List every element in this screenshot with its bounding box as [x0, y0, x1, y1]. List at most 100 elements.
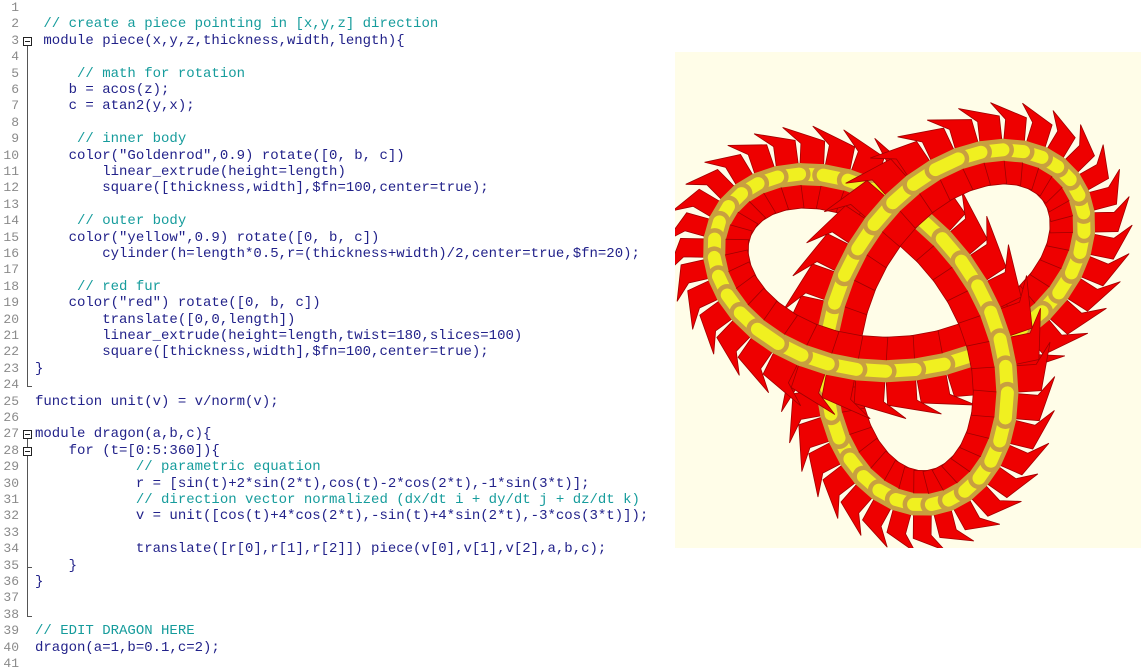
- code-text[interactable]: linear_extrude(height=length,twist=180,s…: [35, 328, 522, 344]
- yellow-outer-body: [1005, 393, 1007, 418]
- line-number: 15: [0, 230, 19, 246]
- code-text[interactable]: b = acos(z);: [35, 82, 169, 98]
- code-text[interactable]: v = unit([cos(t)+4*cos(2*t),-sin(t)+4*si…: [35, 508, 648, 524]
- line-number: 33: [0, 525, 19, 541]
- code-text[interactable]: r = [sin(t)+2*sin(2*t),cos(t)-2*cos(2*t)…: [35, 476, 590, 492]
- line-number: 39: [0, 623, 19, 639]
- code-line[interactable]: 35 }: [0, 558, 670, 574]
- code-text[interactable]: // red fur: [35, 279, 161, 295]
- code-text[interactable]: function unit(v) = v/norm(v);: [35, 394, 279, 410]
- code-line[interactable]: 38: [0, 607, 670, 623]
- code-text[interactable]: module dragon(a,b,c){: [35, 426, 211, 442]
- line-number: 17: [0, 262, 19, 278]
- line-number: 16: [0, 246, 19, 262]
- code-line[interactable]: 29 // parametric equation: [0, 459, 670, 475]
- code-line[interactable]: 4: [0, 49, 670, 65]
- code-text[interactable]: color("red") rotate([0, b, c]): [35, 295, 321, 311]
- line-number: 27: [0, 426, 19, 442]
- line-number: 21: [0, 328, 19, 344]
- code-line[interactable]: 5 // math for rotation: [0, 66, 670, 82]
- code-line[interactable]: 27 module dragon(a,b,c){: [0, 426, 670, 442]
- code-line[interactable]: 2 // create a piece pointing in [x,y,z] …: [0, 16, 670, 32]
- line-number: 11: [0, 164, 19, 180]
- code-text[interactable]: translate([0,0,length]): [35, 312, 295, 328]
- line-number: 40: [0, 640, 19, 656]
- line-number: 6: [0, 82, 19, 98]
- code-line[interactable]: 9 // inner body: [0, 131, 670, 147]
- code-line[interactable]: 6 b = acos(z);: [0, 82, 670, 98]
- code-line[interactable]: 17: [0, 262, 670, 278]
- line-number: 23: [0, 361, 19, 377]
- code-text[interactable]: c = atan2(y,x);: [35, 98, 195, 114]
- code-line[interactable]: 30 r = [sin(t)+2*sin(2*t),cos(t)-2*cos(2…: [0, 476, 670, 492]
- code-text[interactable]: }: [35, 558, 77, 574]
- code-text[interactable]: square([thickness,width],$fn=100,center=…: [35, 344, 489, 360]
- line-number: 20: [0, 312, 19, 328]
- code-text[interactable]: for (t=[0:5:360]){: [35, 443, 220, 459]
- code-line[interactable]: 28 for (t=[0:5:360]){: [0, 443, 670, 459]
- code-line[interactable]: 23}: [0, 361, 670, 377]
- render-preview[interactable]: [675, 52, 1141, 548]
- code-line[interactable]: 25function unit(v) = v/norm(v);: [0, 394, 670, 410]
- code-line[interactable]: 11 linear_extrude(height=length): [0, 164, 670, 180]
- code-line[interactable]: 7 c = atan2(y,x);: [0, 98, 670, 114]
- code-text[interactable]: linear_extrude(height=length): [35, 164, 346, 180]
- code-line[interactable]: 19 color("red") rotate([0, b, c]): [0, 295, 670, 311]
- code-line[interactable]: 37: [0, 590, 670, 606]
- fold-toggle-icon[interactable]: [23, 447, 32, 456]
- code-text[interactable]: // create a piece pointing in [x,y,z] di…: [35, 16, 438, 32]
- code-line[interactable]: 26: [0, 410, 670, 426]
- code-editor[interactable]: 12 // create a piece pointing in [x,y,z]…: [0, 0, 670, 670]
- code-line[interactable]: 33: [0, 525, 670, 541]
- fold-end: [27, 567, 32, 568]
- code-line[interactable]: 31 // direction vector normalized (dx/dt…: [0, 492, 670, 508]
- code-line[interactable]: 34 translate([r[0],r[1],r[2]]) piece(v[0…: [0, 541, 670, 557]
- code-text[interactable]: translate([r[0],r[1],r[2]]) piece(v[0],v…: [35, 541, 606, 557]
- code-line[interactable]: 24: [0, 377, 670, 393]
- code-text[interactable]: // direction vector normalized (dx/dt i …: [35, 492, 640, 508]
- code-text[interactable]: // math for rotation: [35, 66, 245, 82]
- code-line[interactable]: 15 color("yellow",0.9) rotate([0, b, c]): [0, 230, 670, 246]
- code-line[interactable]: 1: [0, 0, 670, 16]
- code-line[interactable]: 36}: [0, 574, 670, 590]
- line-number: 28: [0, 443, 19, 459]
- code-line[interactable]: 16 cylinder(h=length*0.5,r=(thickness+wi…: [0, 246, 670, 262]
- code-line[interactable]: 20 translate([0,0,length]): [0, 312, 670, 328]
- line-number: 13: [0, 197, 19, 213]
- line-number: 24: [0, 377, 19, 393]
- code-text[interactable]: module piece(x,y,z,thickness,width,lengt…: [35, 33, 405, 49]
- code-text[interactable]: cylinder(h=length*0.5,r=(thickness+width…: [35, 246, 640, 262]
- line-number: 8: [0, 115, 19, 131]
- line-number: 34: [0, 541, 19, 557]
- code-line[interactable]: 10 color("Goldenrod",0.9) rotate([0, b, …: [0, 148, 670, 164]
- code-line[interactable]: 12 square([thickness,width],$fn=100,cent…: [0, 180, 670, 196]
- code-line[interactable]: 40 dragon(a=1,b=0.1,c=2);: [0, 640, 670, 656]
- code-text[interactable]: color("Goldenrod",0.9) rotate([0, b, c]): [35, 148, 405, 164]
- code-text[interactable]: }: [35, 361, 43, 377]
- code-text[interactable]: square([thickness,width],$fn=100,center=…: [35, 180, 489, 196]
- code-line[interactable]: 14 // outer body: [0, 213, 670, 229]
- code-line[interactable]: 32 v = unit([cos(t)+4*cos(2*t),-sin(t)+4…: [0, 508, 670, 524]
- code-text[interactable]: // EDIT DRAGON HERE: [35, 623, 195, 639]
- code-text[interactable]: }: [35, 574, 43, 590]
- fold-toggle-icon[interactable]: [23, 430, 32, 439]
- line-number: 7: [0, 98, 19, 114]
- code-line[interactable]: 13: [0, 197, 670, 213]
- code-line[interactable]: 8: [0, 115, 670, 131]
- code-line[interactable]: 3 module piece(x,y,z,thickness,width,len…: [0, 33, 670, 49]
- fold-guide: [27, 46, 28, 386]
- dragon-3d-render: [675, 52, 1141, 548]
- code-line[interactable]: 21 linear_extrude(height=length,twist=18…: [0, 328, 670, 344]
- line-number: 2: [0, 16, 19, 32]
- code-line[interactable]: 22 square([thickness,width],$fn=100,cent…: [0, 344, 670, 360]
- line-number: 4: [0, 49, 19, 65]
- code-text[interactable]: dragon(a=1,b=0.1,c=2);: [35, 640, 220, 656]
- code-text[interactable]: // inner body: [35, 131, 186, 147]
- code-line[interactable]: 18 // red fur: [0, 279, 670, 295]
- code-text[interactable]: color("yellow",0.9) rotate([0, b, c]): [35, 230, 379, 246]
- fold-toggle-icon[interactable]: [23, 37, 32, 46]
- fold-end: [27, 386, 32, 387]
- code-text[interactable]: // outer body: [35, 213, 186, 229]
- code-line[interactable]: 39 // EDIT DRAGON HERE: [0, 623, 670, 639]
- code-text[interactable]: // parametric equation: [35, 459, 321, 475]
